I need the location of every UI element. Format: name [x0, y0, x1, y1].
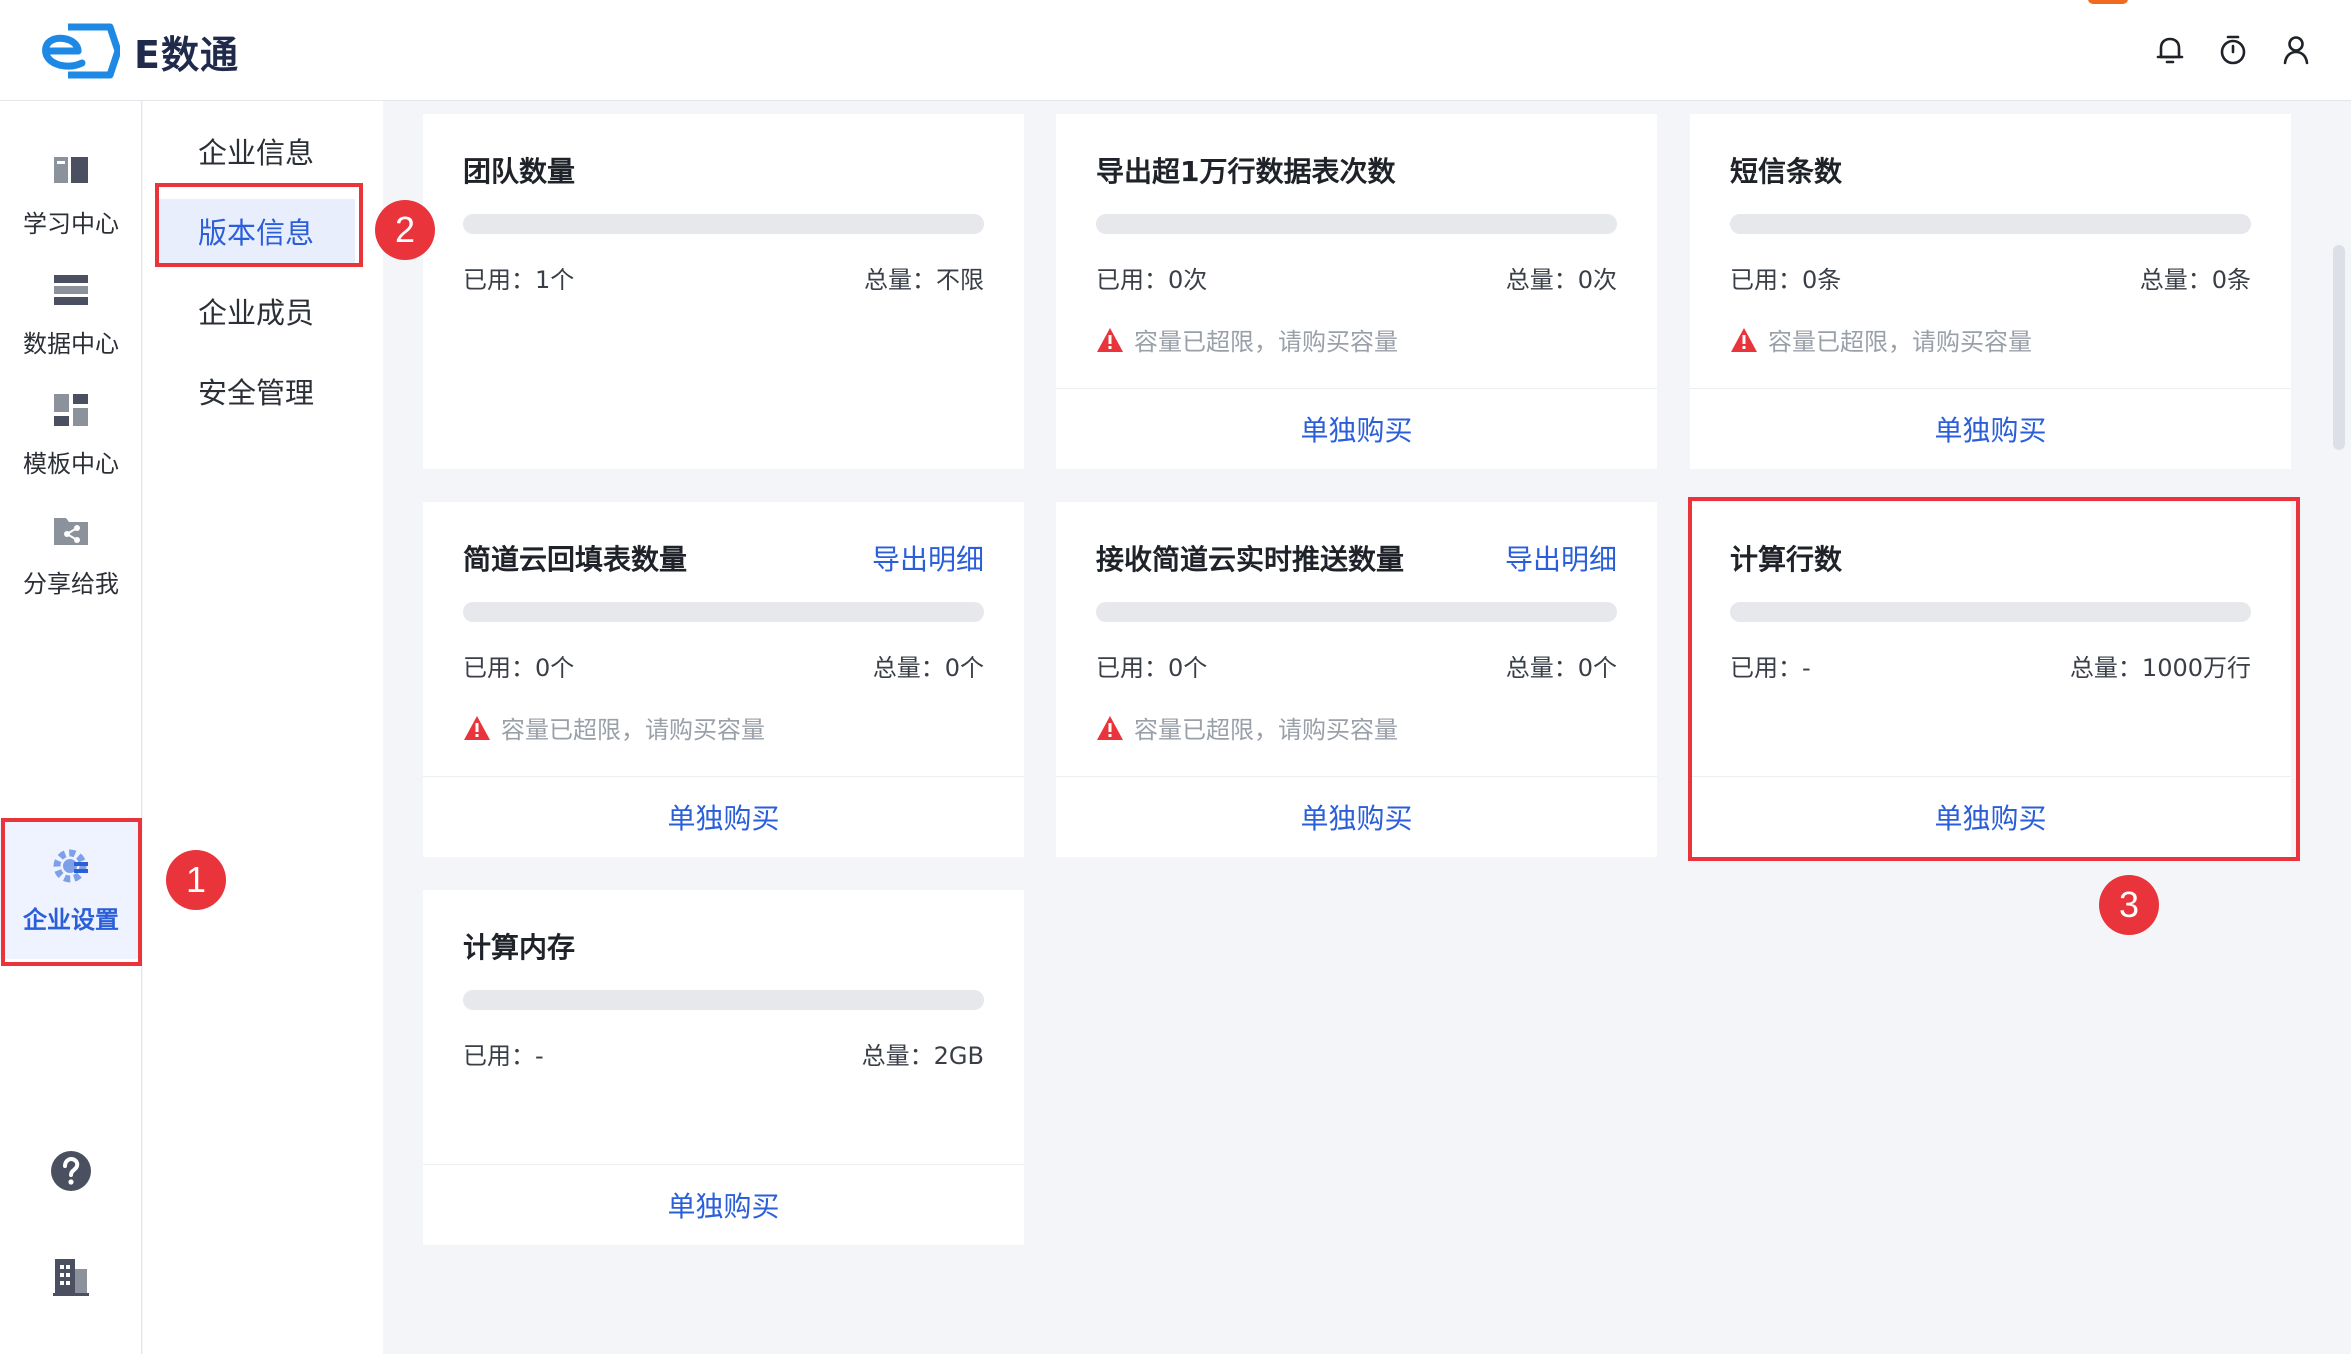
usage-progress-bar: [463, 214, 984, 234]
annotation-badge-1: 1: [166, 850, 226, 910]
warning-triangle-icon: [1096, 715, 1124, 741]
warning-triangle-icon: [1730, 327, 1758, 353]
timer-icon[interactable]: [2213, 30, 2253, 70]
rail-item-templates[interactable]: 模板中心: [0, 363, 142, 503]
card-title: 计算内存: [463, 931, 576, 964]
warning-text: 容量已超限，请购买容量: [1134, 716, 1398, 744]
submenu-item-enterprise-info[interactable]: 企业信息: [157, 119, 355, 183]
card-total: 总量：2GB: [861, 1042, 984, 1070]
rail-item-label: 学习中心: [23, 209, 119, 238]
quota-card-push-count: 接收简道云实时推送数量 导出明细 已用：0个 总量：0个 容量已超限，请购买容量…: [1056, 502, 1657, 857]
buy-separately-button[interactable]: 单独购买: [1056, 388, 1657, 469]
rail-item-label: 模板中心: [23, 449, 119, 478]
card-used: 已用：0次: [1096, 266, 1208, 294]
card-total: 总量：0个: [1505, 654, 1617, 682]
buy-separately-button[interactable]: 单独购买: [423, 1164, 1024, 1245]
bell-icon[interactable]: [2150, 30, 2190, 70]
card-used: 已用：0个: [1096, 654, 1208, 682]
submenu-item-members[interactable]: 企业成员: [157, 279, 355, 343]
rail-item-data[interactable]: 数据中心: [0, 243, 142, 383]
orange-accent-mark: [2088, 0, 2128, 4]
highlight-box-2: [155, 183, 363, 267]
buy-separately-button[interactable]: 单独购买: [423, 776, 1024, 857]
card-used: 已用：-: [463, 1042, 544, 1070]
warning-triangle-icon: [1096, 327, 1124, 353]
app-logo[interactable]: E数通: [38, 22, 239, 80]
export-details-link[interactable]: 导出明细: [872, 538, 984, 578]
card-title: 导出超1万行数据表次数: [1096, 155, 1396, 188]
buy-separately-button[interactable]: 单独购买: [1056, 776, 1657, 857]
rail-item-label: 数据中心: [23, 329, 119, 358]
buy-separately-button[interactable]: 单独购买: [1690, 388, 2291, 469]
capacity-warning: 容量已超限，请购买容量: [1096, 710, 1398, 745]
settings-submenu: 企业信息 版本信息 企业成员 安全管理: [143, 101, 383, 1354]
quota-card-backfill-count: 简道云回填表数量 导出明细 已用：0个 总量：0个 容量已超限，请购买容量 单独…: [423, 502, 1024, 857]
top-header: E数通: [0, 0, 2351, 101]
share-icon: [49, 508, 93, 552]
warning-triangle-icon: [463, 715, 491, 741]
capacity-warning: 容量已超限，请购买容量: [463, 710, 765, 745]
quota-card-sms-count: 短信条数 已用：0条 总量：0条 容量已超限，请购买容量 单独购买: [1690, 114, 2291, 469]
brand-logo-icon: [42, 23, 120, 79]
usage-progress-bar: [463, 990, 984, 1010]
left-rail: 学习中心 数据中心 模板中心 分享给我 企业设置: [0, 101, 142, 1354]
user-icon[interactable]: [2276, 30, 2316, 70]
quota-card-export-count: 导出超1万行数据表次数 已用：0次 总量：0次 容量已超限，请购买容量 单独购买: [1056, 114, 1657, 469]
highlight-box-3: [1688, 497, 2300, 861]
card-title: 短信条数: [1730, 155, 1843, 188]
card-title: 团队数量: [463, 155, 576, 188]
usage-progress-bar: [463, 602, 984, 622]
rail-item-label: 分享给我: [23, 569, 119, 598]
submenu-item-security[interactable]: 安全管理: [157, 359, 355, 423]
card-total: 总量：0个: [872, 654, 984, 682]
capacity-warning: 容量已超限，请购买容量: [1096, 322, 1398, 357]
building-icon[interactable]: [46, 1251, 96, 1301]
rail-item-shared[interactable]: 分享给我: [0, 483, 142, 623]
template-icon: [49, 388, 93, 432]
book-icon: [49, 148, 93, 192]
usage-progress-bar: [1730, 214, 2251, 234]
capacity-warning: 容量已超限，请购买容量: [1730, 322, 2032, 357]
card-used: 已用：0条: [1730, 266, 1842, 294]
card-total: 总量：0条: [2139, 266, 2251, 294]
quota-card-team-count: 团队数量 已用：1个 总量：不限: [423, 114, 1024, 469]
card-used: 已用：0个: [463, 654, 575, 682]
usage-progress-bar: [1096, 214, 1617, 234]
rail-item-learning[interactable]: 学习中心: [0, 123, 142, 263]
help-icon[interactable]: [46, 1146, 96, 1196]
database-icon: [49, 268, 93, 312]
annotation-badge-3: 3: [2099, 875, 2159, 935]
highlight-box-1: [1, 818, 142, 966]
card-title: 简道云回填表数量: [463, 543, 688, 576]
card-used: 已用：1个: [463, 266, 575, 294]
card-total: 总量：0次: [1505, 266, 1617, 294]
annotation-badge-2: 2: [375, 200, 435, 260]
warning-text: 容量已超限，请购买容量: [1134, 328, 1398, 356]
export-details-link[interactable]: 导出明细: [1505, 538, 1617, 578]
scrollbar-thumb[interactable]: [2333, 245, 2345, 450]
app-title: E数通: [134, 32, 239, 77]
card-title: 接收简道云实时推送数量: [1096, 543, 1405, 576]
quota-card-compute-memory: 计算内存 已用：- 总量：2GB 单独购买: [423, 890, 1024, 1245]
card-total: 总量：不限: [864, 266, 984, 294]
warning-text: 容量已超限，请购买容量: [501, 716, 765, 744]
usage-progress-bar: [1096, 602, 1617, 622]
warning-text: 容量已超限，请购买容量: [1768, 328, 2032, 356]
